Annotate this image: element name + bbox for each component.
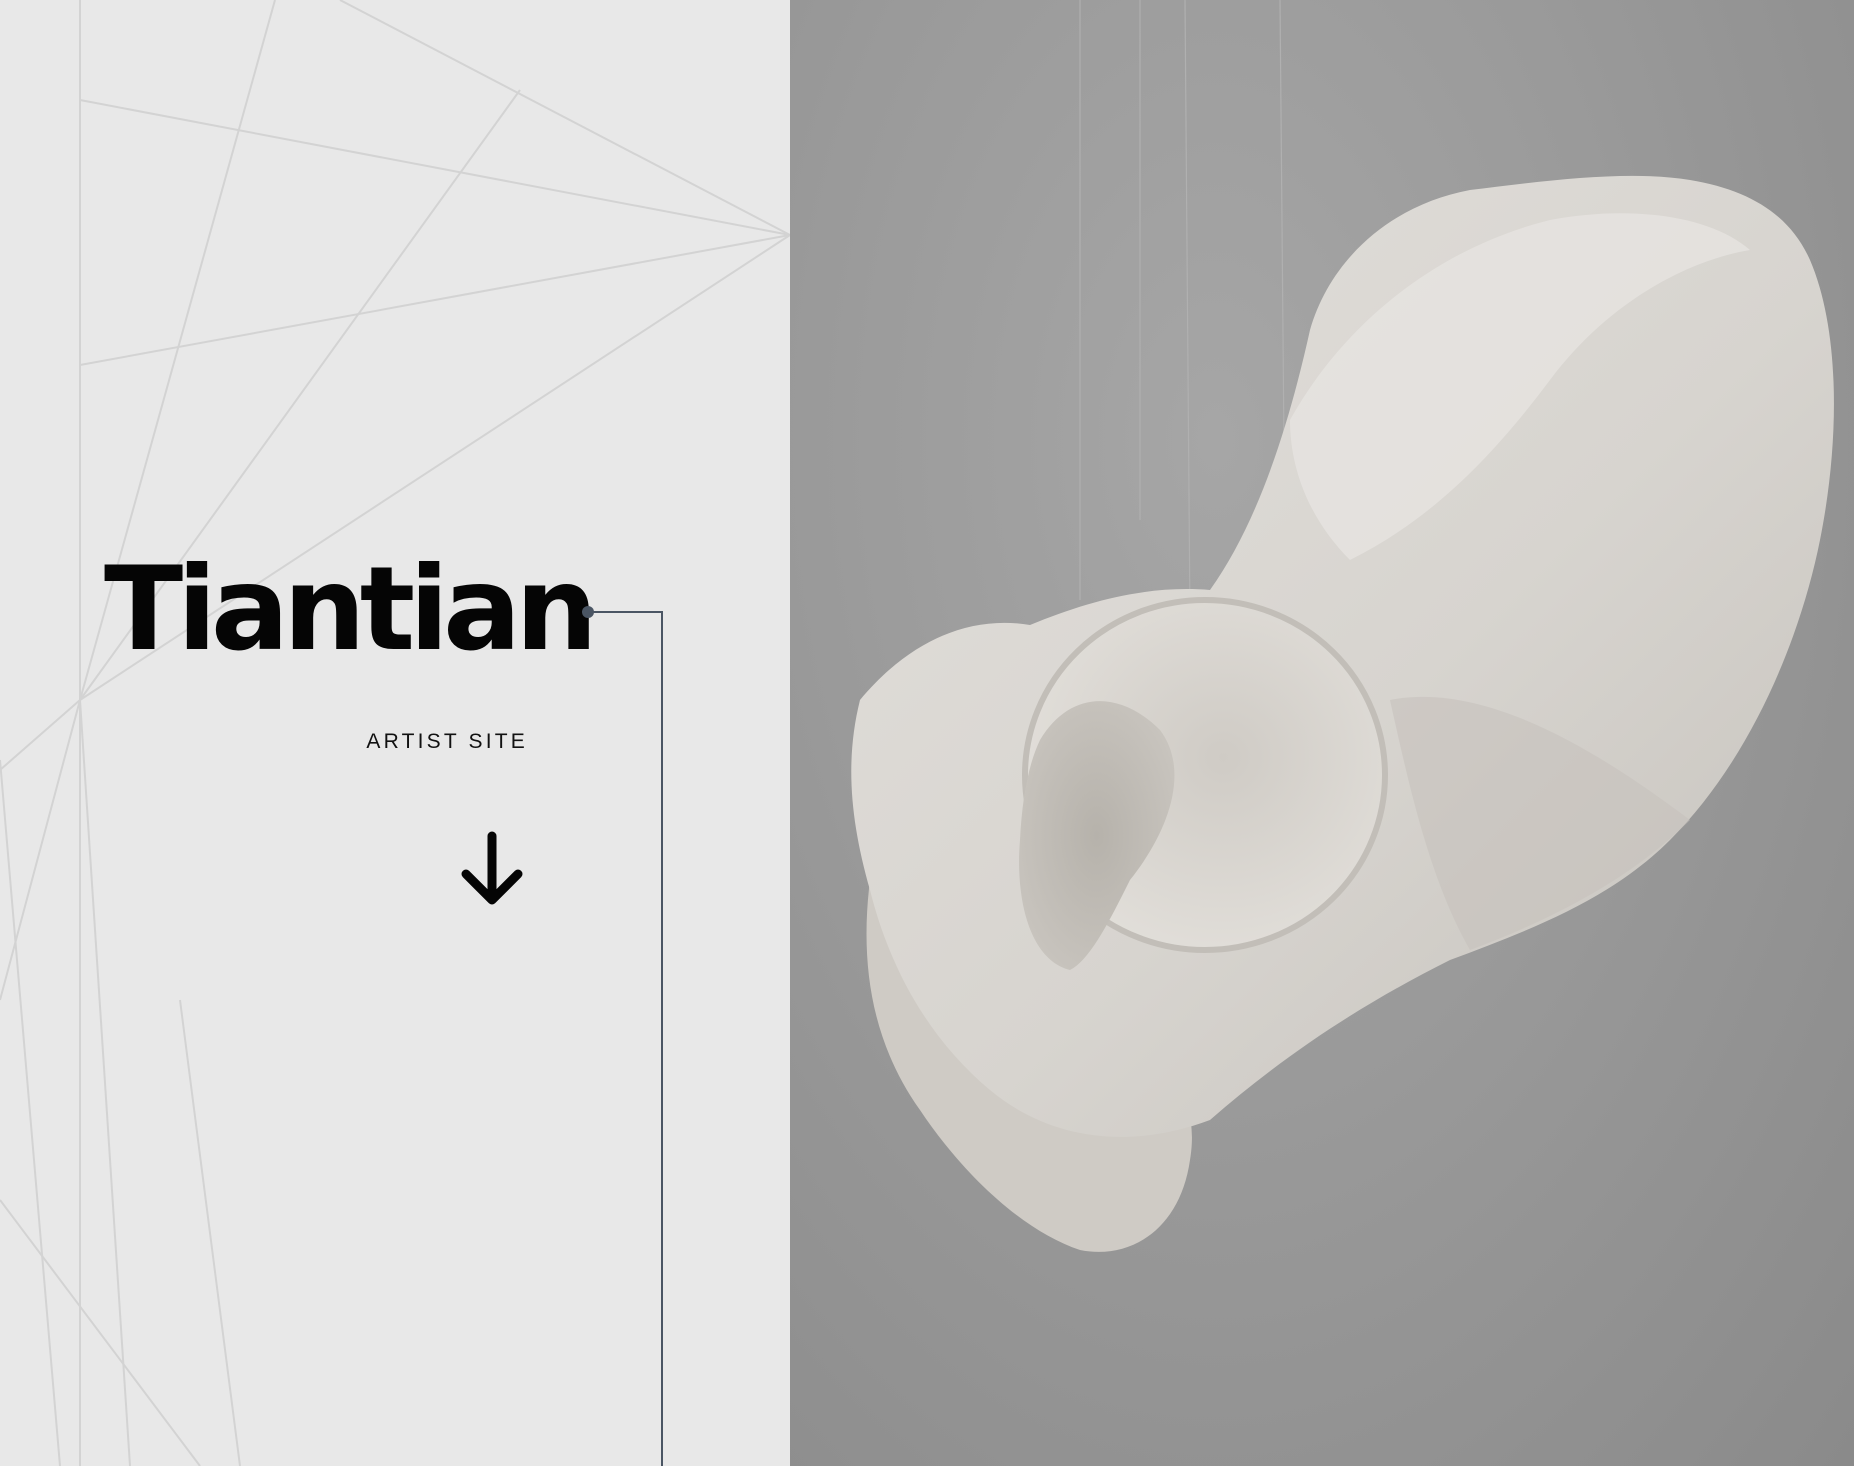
featured-artwork-photo bbox=[790, 0, 1854, 1466]
hero-page: Tiantian ARTIST SITE bbox=[0, 0, 1854, 1466]
sculpture-image bbox=[851, 0, 1834, 1252]
site-title: Tiantian bbox=[104, 542, 598, 677]
arrow-down-icon bbox=[461, 831, 523, 905]
intro-panel: Tiantian ARTIST SITE bbox=[0, 0, 790, 1466]
title-connector-line bbox=[582, 606, 663, 1466]
site-tagline: ARTIST SITE bbox=[366, 730, 528, 753]
scroll-down-button[interactable] bbox=[452, 826, 532, 916]
